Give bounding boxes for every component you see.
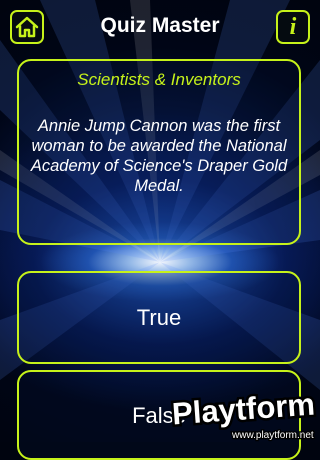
question-text: Annie Jump Cannon was the first woman to… bbox=[30, 117, 288, 195]
watermark-logo: Playtform bbox=[171, 387, 316, 432]
app-title: Quiz Master bbox=[100, 14, 220, 37]
info-icon: i bbox=[289, 14, 297, 40]
top-bar: Quiz Master i bbox=[0, 0, 320, 56]
watermark-url: www.playtform.net bbox=[231, 430, 314, 441]
question-category: Scientists & Inventors bbox=[77, 70, 241, 89]
answer-label-true: True bbox=[136, 305, 182, 330]
playtform-watermark: Playtform www.playtform.net bbox=[168, 384, 318, 442]
answer-button-true[interactable]: True bbox=[17, 271, 301, 364]
info-button[interactable]: i bbox=[276, 10, 310, 44]
question-card: Scientists & Inventors Annie Jump Cannon… bbox=[17, 59, 301, 245]
